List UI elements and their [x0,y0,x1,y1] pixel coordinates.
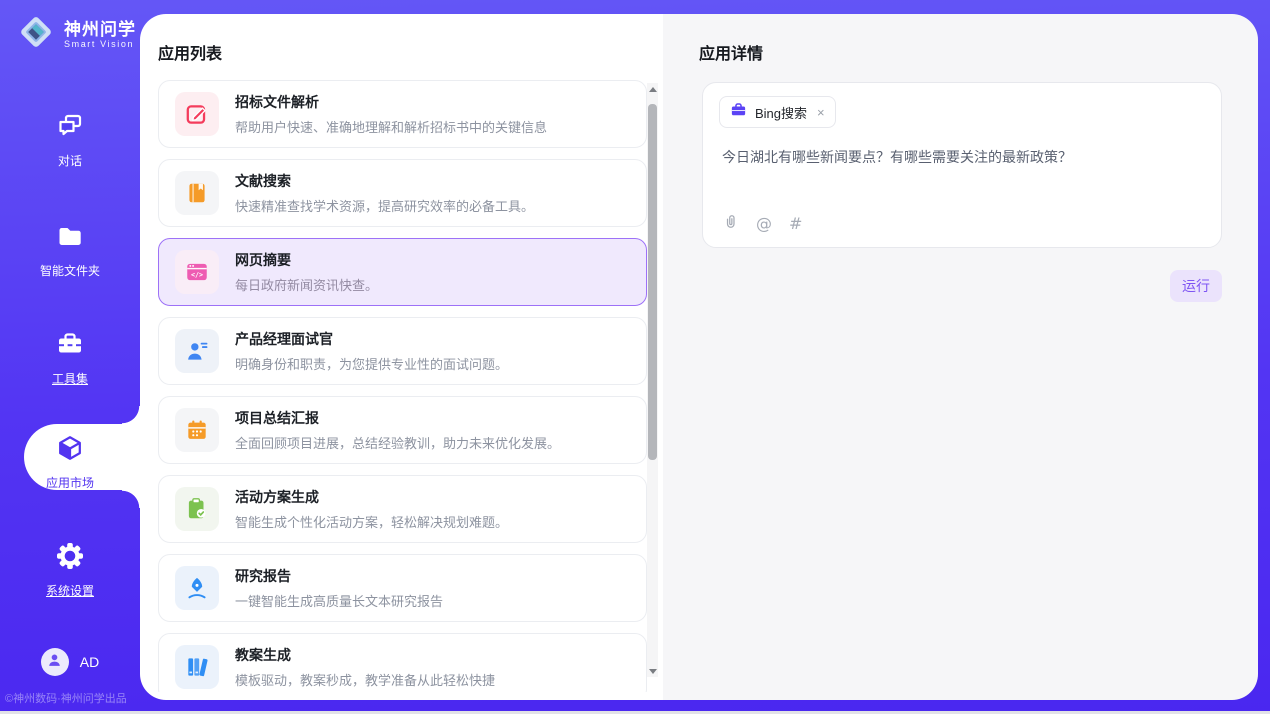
concave-corner-bottom [122,490,140,508]
app-card-title: 网页摘要 [235,250,378,270]
app-card[interactable]: 招标文件解析帮助用户快速、准确地理解和解析招标书中的关键信息 [158,80,647,148]
app-list-title: 应用列表 [158,40,222,64]
app-card-description: 明确身份和职责，为您提供专业性的面试问题。 [235,354,508,373]
scroll-up-arrow-icon[interactable] [647,83,658,95]
copyright-footer: ©神州数码·神州问学出品 [5,690,140,706]
app-card-title: 教案生成 [235,645,495,665]
app-card[interactable]: 文献搜索快速精准查找学术资源，提高研究效率的必备工具。 [158,159,647,227]
browser-code-icon: </> [175,250,219,294]
app-card-description: 模板驱动，教案秒成，教学准备从此轻松快捷 [235,670,495,689]
app-card-description: 帮助用户快速、准确地理解和解析招标书中的关键信息 [235,117,547,136]
brand-title: 神州问学 [64,20,136,40]
folder-icon [56,222,84,255]
scroll-down-arrow-icon[interactable] [647,665,658,677]
app-card-title: 产品经理面试官 [235,329,508,349]
book-icon [175,171,219,215]
books-icon [175,645,219,689]
diamond-logo-icon [16,12,56,57]
chip-close-icon[interactable]: × [817,105,825,120]
sidebar-item-label: 工具集 [52,370,88,387]
brand-subtitle: Smart Vision [64,39,136,49]
app-card-description: 智能生成个性化活动方案，轻松解决规划难题。 [235,512,508,531]
ink-pen-icon [175,566,219,610]
sidebar-item-label: 对话 [58,152,82,169]
app-detail-panel: 应用详情 Bing搜索 × 今日湖北有哪些新闻要点？有哪些需要关注的最新政策？ … [663,14,1258,700]
account-name: AD [80,654,99,670]
scrollbar-thumb[interactable] [648,104,657,460]
app-card-description: 全面回顾项目进展，总结经验教训，助力未来优化发展。 [235,433,560,452]
pen-square-icon [175,92,219,136]
interviewer-icon [175,329,219,373]
sidebar-item-label: 应用市场 [46,474,94,491]
account-row[interactable]: AD [0,648,140,676]
chat-icon [56,112,84,145]
concave-corner-top [122,406,140,424]
app-card[interactable]: 项目总结汇报全面回顾项目进展，总结经验教训，助力未来优化发展。 [158,396,647,464]
app-card[interactable]: 研究报告一键智能生成高质量长文本研究报告 [158,554,647,622]
composer-toolbar: @ # [722,212,802,234]
run-button[interactable]: 运行 [1170,270,1222,302]
gear-icon [56,542,84,575]
sidebar-item-label: 智能文件夹 [40,262,100,279]
toolbox-icon [56,330,84,363]
prompt-card: Bing搜索 × 今日湖北有哪些新闻要点？有哪些需要关注的最新政策？ @ # [702,82,1222,248]
app-card[interactable]: 活动方案生成智能生成个性化活动方案，轻松解决规划难题。 [158,475,647,543]
sidebar-item-工具集[interactable]: 工具集 [0,330,140,387]
app-card-list: 招标文件解析帮助用户快速、准确地理解和解析招标书中的关键信息文献搜索快速精准查找… [158,80,647,692]
app-window: 神州问学 Smart Vision 对话智能文件夹工具集应用市场系统设置 AD … [0,0,1270,714]
briefcase-icon [730,101,747,123]
app-card[interactable]: 产品经理面试官明确身份和职责，为您提供专业性的面试问题。 [158,317,647,385]
sidebar-item-智能文件夹[interactable]: 智能文件夹 [0,222,140,279]
paperclip-icon[interactable] [722,212,739,234]
sidebar-item-系统设置[interactable]: 系统设置 [0,542,140,599]
app-card-title: 项目总结汇报 [235,408,560,428]
app-card[interactable]: 教案生成模板驱动，教案秒成，教学准备从此轻松快捷 [158,633,647,692]
sidebar-item-label: 系统设置 [46,582,94,599]
app-card-title: 招标文件解析 [235,92,547,112]
app-card-title: 文献搜索 [235,171,534,191]
brand-logo: 神州问学 Smart Vision [16,12,136,57]
tool-chip-label: Bing搜索 [755,103,807,122]
sidebar-item-应用市场[interactable]: 应用市场 [0,434,140,491]
app-card-description: 快速精准查找学术资源，提高研究效率的必备工具。 [235,196,534,215]
hash-icon[interactable]: # [789,214,802,233]
app-card-description: 每日政府新闻资讯快查。 [235,275,378,294]
sidebar-item-对话[interactable]: 对话 [0,112,140,169]
cube-icon [56,434,84,467]
tool-chip-bing-search[interactable]: Bing搜索 × [719,96,836,128]
app-detail-title: 应用详情 [699,40,763,64]
app-card[interactable]: </> 网页摘要每日政府新闻资讯快查。 [158,238,647,306]
app-list-panel: 应用列表 招标文件解析帮助用户快速、准确地理解和解析招标书中的关键信息文献搜索快… [140,14,663,700]
app-card-title: 研究报告 [235,566,443,586]
svg-text:</>: </> [191,271,203,279]
user-icon [46,651,63,673]
calendar-icon [175,408,219,452]
clipboard-check-icon [175,487,219,531]
avatar[interactable] [41,648,69,676]
mention-at-icon[interactable]: @ [756,214,772,233]
app-card-title: 活动方案生成 [235,487,508,507]
sidebar: 神州问学 Smart Vision 对话智能文件夹工具集应用市场系统设置 AD … [0,0,140,714]
prompt-input[interactable]: 今日湖北有哪些新闻要点？有哪些需要关注的最新政策？ [722,147,1203,168]
app-card-description: 一键智能生成高质量长文本研究报告 [235,591,443,610]
scrollbar[interactable] [647,83,658,677]
